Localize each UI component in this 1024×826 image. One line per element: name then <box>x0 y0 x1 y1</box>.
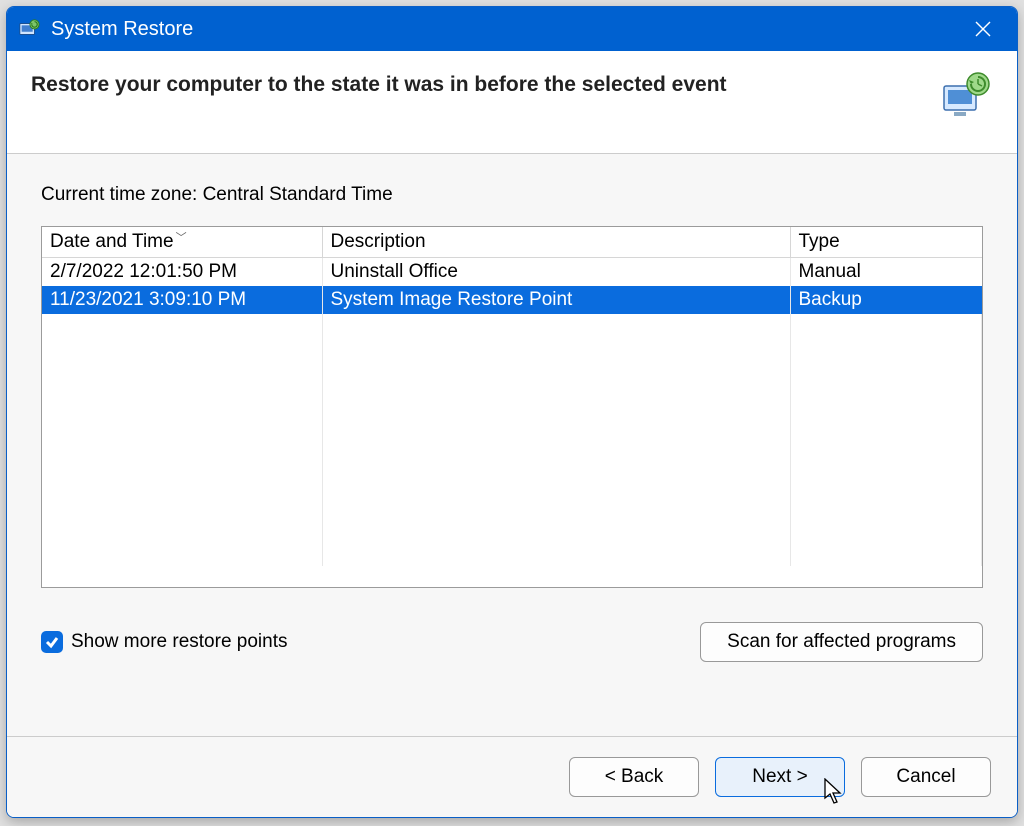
table-row <box>42 538 982 566</box>
col-description[interactable]: Description <box>322 227 790 258</box>
cell-date: 2/7/2022 12:01:50 PM <box>42 258 322 287</box>
table-row <box>42 454 982 482</box>
system-restore-icon <box>17 17 41 41</box>
page-heading: Restore your computer to the state it wa… <box>31 69 939 123</box>
cell-desc: System Image Restore Point <box>322 286 790 314</box>
cancel-button[interactable]: Cancel <box>861 757 991 797</box>
col-date-label: Date and Time <box>50 231 174 252</box>
close-icon <box>974 20 992 38</box>
show-more-label: Show more restore points <box>71 631 288 653</box>
timezone-label: Current time zone: Central Standard Time <box>41 184 983 206</box>
body-area: Current time zone: Central Standard Time… <box>7 154 1017 736</box>
col-type-label: Type <box>799 231 840 252</box>
titlebar: System Restore <box>7 7 1017 51</box>
restore-header-icon <box>939 69 993 123</box>
scan-affected-button[interactable]: Scan for affected programs <box>700 622 983 662</box>
below-table-row: Show more restore points Scan for affect… <box>41 622 983 662</box>
back-button[interactable]: < Back <box>569 757 699 797</box>
system-restore-window: System Restore Restore your computer to … <box>6 6 1018 818</box>
table-row <box>42 314 982 342</box>
table-row <box>42 510 982 538</box>
check-icon <box>45 635 59 649</box>
header-area: Restore your computer to the state it wa… <box>7 51 1017 154</box>
wizard-footer: < Back Next > Cancel <box>7 736 1017 817</box>
close-button[interactable] <box>959 7 1007 51</box>
table-row <box>42 370 982 398</box>
next-button[interactable]: Next > <box>715 757 845 797</box>
cell-date: 11/23/2021 3:09:10 PM <box>42 286 322 314</box>
col-date[interactable]: Date and Time﹀ <box>42 227 322 258</box>
restore-points-table[interactable]: Date and Time﹀ Description Type 2/7/2022… <box>41 226 983 588</box>
table-row <box>42 426 982 454</box>
table-header-row[interactable]: Date and Time﹀ Description Type <box>42 227 982 258</box>
cell-type: Backup <box>790 286 982 314</box>
col-description-label: Description <box>331 231 426 252</box>
col-type[interactable]: Type <box>790 227 982 258</box>
table-row[interactable]: 2/7/2022 12:01:50 PMUninstall OfficeManu… <box>42 258 982 287</box>
table-row <box>42 398 982 426</box>
table-row <box>42 482 982 510</box>
cell-type: Manual <box>790 258 982 287</box>
show-more-checkbox[interactable] <box>41 631 63 653</box>
table-row <box>42 342 982 370</box>
cell-desc: Uninstall Office <box>322 258 790 287</box>
window-title: System Restore <box>51 18 959 41</box>
sort-descending-icon: ﹀ <box>176 232 187 244</box>
table-row[interactable]: 11/23/2021 3:09:10 PMSystem Image Restor… <box>42 286 982 314</box>
